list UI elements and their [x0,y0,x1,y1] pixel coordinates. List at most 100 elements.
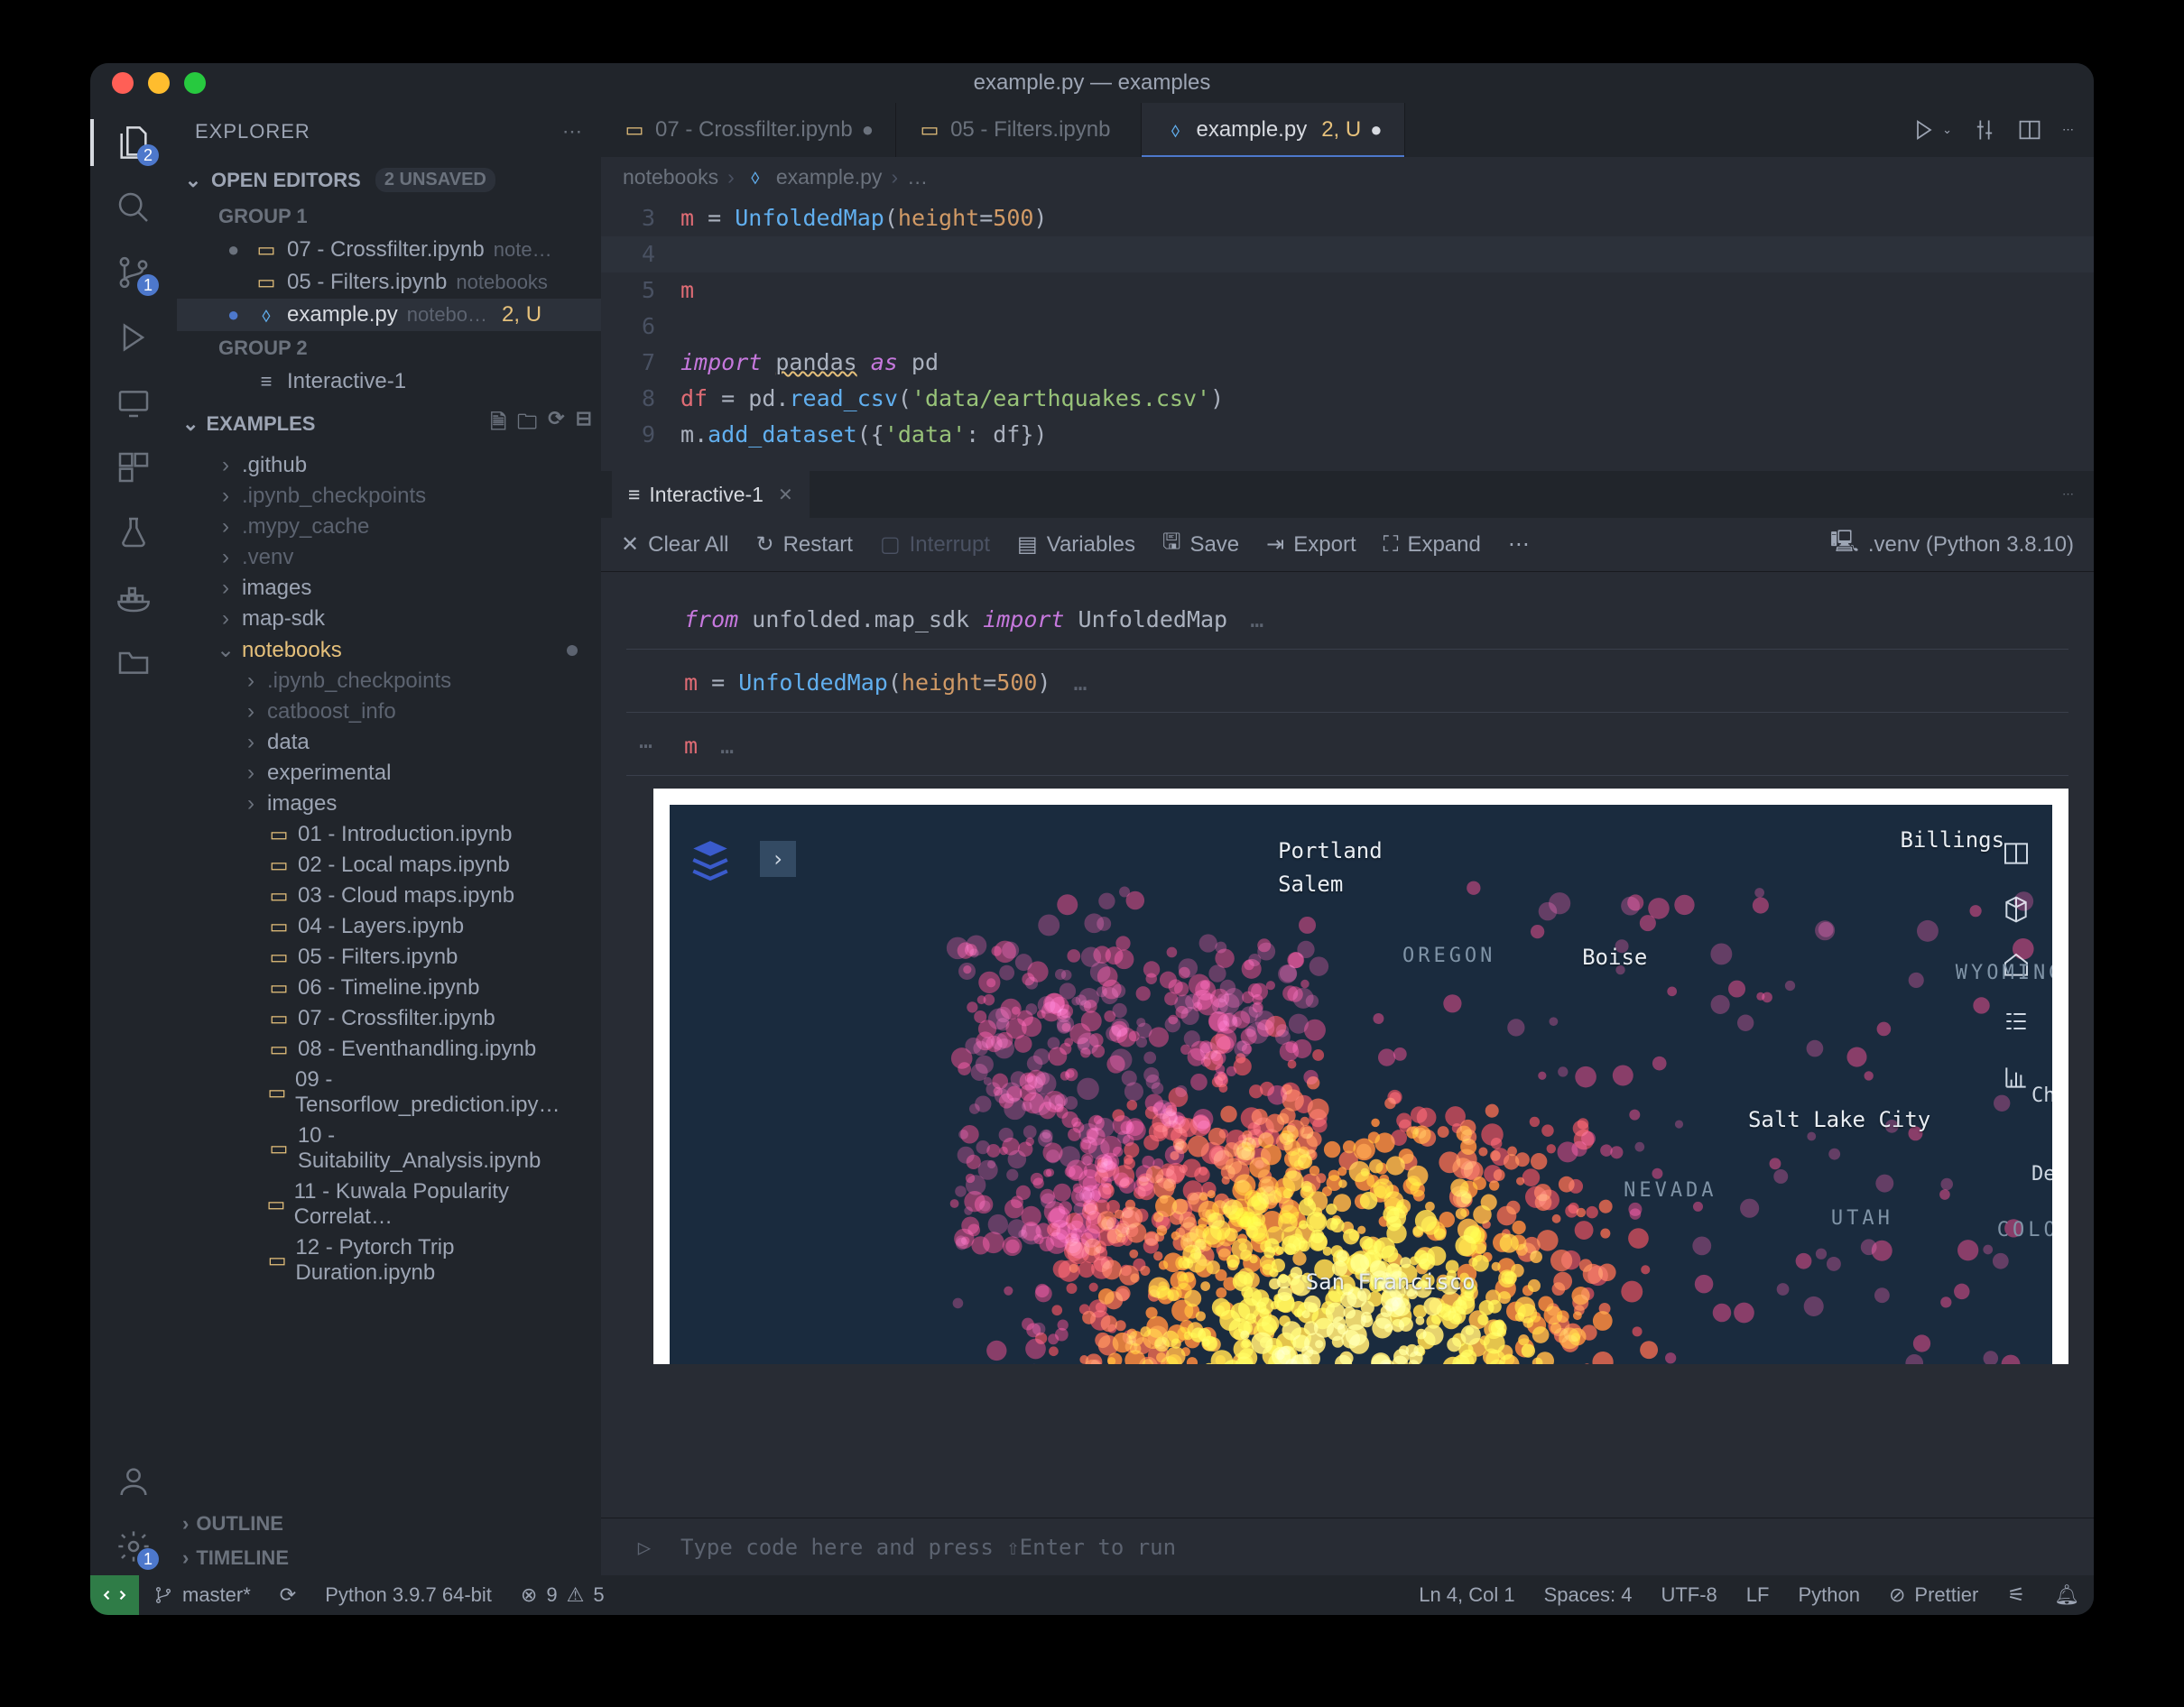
activity-explorer[interactable]: 2 [105,114,162,171]
tree-folder[interactable]: ›catboost_info [177,697,601,727]
run-dropdown-icon[interactable]: ⌄ [1942,123,1952,137]
tree-folder[interactable]: ›.ipynb_checkpoints [177,666,601,697]
tree-folder[interactable]: ›images [177,573,601,604]
file-tree[interactable]: ›.github›.ipynb_checkpoints›.mypy_cache›… [177,450,601,1507]
new-file-icon[interactable]: 🗎 [490,407,506,441]
expand-button[interactable]: ⛶Expand [1384,532,1481,558]
tree-file[interactable]: ▭07 - Crossfilter.ipynb [177,1003,601,1034]
language-status[interactable]: Python [1783,1583,1874,1607]
more-icon[interactable]: ⋯ [2062,123,2074,137]
activity-accounts[interactable] [105,1453,162,1510]
close-icon[interactable]: ✕ [778,484,793,506]
activity-settings[interactable]: 1 [105,1518,162,1575]
minimize-icon[interactable] [148,72,170,94]
tree-file[interactable]: ▭09 - Tensorflow_prediction.ipy… [177,1065,601,1121]
breadcrumb-seg[interactable]: notebooks [623,165,718,189]
activity-docker[interactable] [105,568,162,626]
map-canvas[interactable]: › BillingsPortlandSalemBoiseSalt Lake Ci… [670,805,2052,1364]
refresh-icon[interactable]: ⟳ [548,407,564,441]
open-editor-row[interactable]: ●▭07 - Crossfilter.ipynb note… [177,234,601,266]
sync-status[interactable]: ⟳ [265,1583,310,1607]
tree-folder[interactable]: ›data [177,727,601,758]
code-editor[interactable]: 3m = UnfoldedMap(height=500)45m67import … [601,197,2094,471]
tree-file[interactable]: ▭12 - Pytorch Trip Duration.ipynb [177,1232,601,1288]
tree-file[interactable]: ▭02 - Local maps.ipynb [177,850,601,881]
tree-file[interactable]: ▭11 - Kuwala Popularity Correlat… [177,1176,601,1232]
indentation-status[interactable]: Spaces: 4 [1530,1583,1647,1607]
toolbar-overflow-icon[interactable]: ⋯ [1508,531,1532,558]
breadcrumb[interactable]: notebooks › ⬨ example.py › … [601,157,2094,197]
interactive-cell[interactable]: m = UnfoldedMap(height=500) … [626,662,2068,713]
cell-gutter-ellipsis[interactable]: ⋯ [639,733,652,759]
tree-file[interactable]: ▭03 - Cloud maps.ipynb [177,881,601,911]
restart-button[interactable]: ↻Restart [755,531,852,558]
code-line[interactable]: 5m [601,272,2094,309]
tree-folder[interactable]: ›.venv [177,542,601,573]
eol-status[interactable]: LF [1732,1583,1784,1607]
feedback-status[interactable]: ⚟ [1993,1583,2040,1607]
interactive-cell[interactable]: from unfolded.map_sdk import UnfoldedMap… [626,599,2068,650]
code-line[interactable]: 3m = UnfoldedMap(height=500) [601,200,2094,236]
tree-file[interactable]: ▭08 - Eventhandling.ipynb [177,1034,601,1065]
editor-tab[interactable]: ⬨example.py2, U● [1142,103,1404,157]
problems-status[interactable]: ⊗9 ⚠5 [506,1583,619,1607]
new-folder-icon[interactable]: 🗀 [517,407,537,441]
activity-remote-explorer[interactable] [105,374,162,431]
tree-file[interactable]: ▭01 - Introduction.ipynb [177,819,601,850]
open-editor-row[interactable]: ●⬨example.py notebo… 2, U [177,299,601,331]
tree-file[interactable]: ▭06 - Timeline.ipynb [177,973,601,1003]
interactive-input[interactable]: ▷ Type code here and press ⇧Enter to run [601,1518,2094,1575]
variables-button[interactable]: ▤Variables [1017,531,1135,558]
open-editors-section[interactable]: ⌄ OPEN EDITORS 2 UNSAVED [177,161,601,199]
tree-folder[interactable]: ›experimental [177,758,601,789]
diff-icon[interactable] [1972,117,1997,143]
run-icon[interactable] [1911,117,1937,143]
outline-section[interactable]: › OUTLINE [177,1507,601,1541]
interactive-tab[interactable]: ≡ Interactive-1 ✕ [612,471,810,518]
activity-folder[interactable] [105,633,162,691]
timeline-section[interactable]: › TIMELINE [177,1541,601,1575]
tree-folder-notebooks[interactable]: ⌄ notebooks [177,634,601,666]
tree-folder[interactable]: ›images [177,789,601,819]
export-button[interactable]: ⇥Export [1266,531,1356,558]
split-icon[interactable] [2017,117,2042,143]
maximize-icon[interactable] [184,72,206,94]
python-interpreter-status[interactable]: Python 3.9.7 64-bit [310,1583,506,1607]
save-button[interactable]: 🖫Save [1162,526,1239,563]
tree-folder[interactable]: ›.ipynb_checkpoints [177,481,601,512]
explorer-more-icon[interactable]: ⋯ [562,120,583,143]
tree-file[interactable]: ▭04 - Layers.ipynb [177,911,601,942]
interactive-cell[interactable]: ⋯m … [626,725,2068,776]
code-line[interactable]: 9m.add_dataset({'data': df}) [601,417,2094,453]
activity-run-debug[interactable] [105,309,162,366]
code-line[interactable]: 7import pandas as pd [601,345,2094,381]
git-branch-status[interactable]: master* [139,1583,265,1607]
play-icon[interactable]: ▷ [626,1535,662,1560]
open-editor-row[interactable]: ▭05 - Filters.ipynb notebooks [177,266,601,299]
tree-file[interactable]: ▭10 - Suitability_Analysis.ipynb [177,1121,601,1176]
activity-testing[interactable] [105,503,162,561]
remote-indicator[interactable] [90,1575,139,1615]
code-line[interactable]: 8df = pd.read_csv('data/earthquakes.csv'… [601,381,2094,417]
interrupt-button[interactable]: ▢Interrupt [880,531,990,558]
interactive-body[interactable]: from unfolded.map_sdk import UnfoldedMap… [601,572,2094,1518]
encoding-status[interactable]: UTF-8 [1646,1583,1731,1607]
editor-tab[interactable]: ▭05 - Filters.ipynb [896,103,1142,157]
tree-folder[interactable]: ›.mypy_cache [177,512,601,542]
activity-source-control[interactable]: 1 [105,244,162,301]
close-icon[interactable] [112,72,134,94]
open-editor-row[interactable]: ≡Interactive-1 [177,365,601,398]
collapse-icon[interactable]: ⊟ [576,407,592,441]
tree-folder[interactable]: ›.github [177,450,601,481]
cursor-status[interactable]: Ln 4, Col 1 [1404,1583,1529,1607]
formatter-status[interactable]: ⊘Prettier [1874,1583,1993,1607]
tree-file[interactable]: ▭05 - Filters.ipynb [177,942,601,973]
tree-folder[interactable]: ›map-sdk [177,604,601,634]
interactive-more-icon[interactable]: ⋯ [2053,487,2083,502]
activity-search[interactable] [105,179,162,236]
clear-all-button[interactable]: ✕Clear All [621,531,728,558]
notifications-status[interactable]: 🔔︎ [2040,1583,2094,1607]
editor-tab[interactable]: ▭07 - Crossfilter.ipynb● [601,103,896,157]
kernel-selector[interactable]: 🖳.venv (Python 3.8.10) [1830,526,2074,563]
workspace-header[interactable]: ⌄ EXAMPLES 🗎 🗀 ⟳ ⊟ [177,398,601,450]
